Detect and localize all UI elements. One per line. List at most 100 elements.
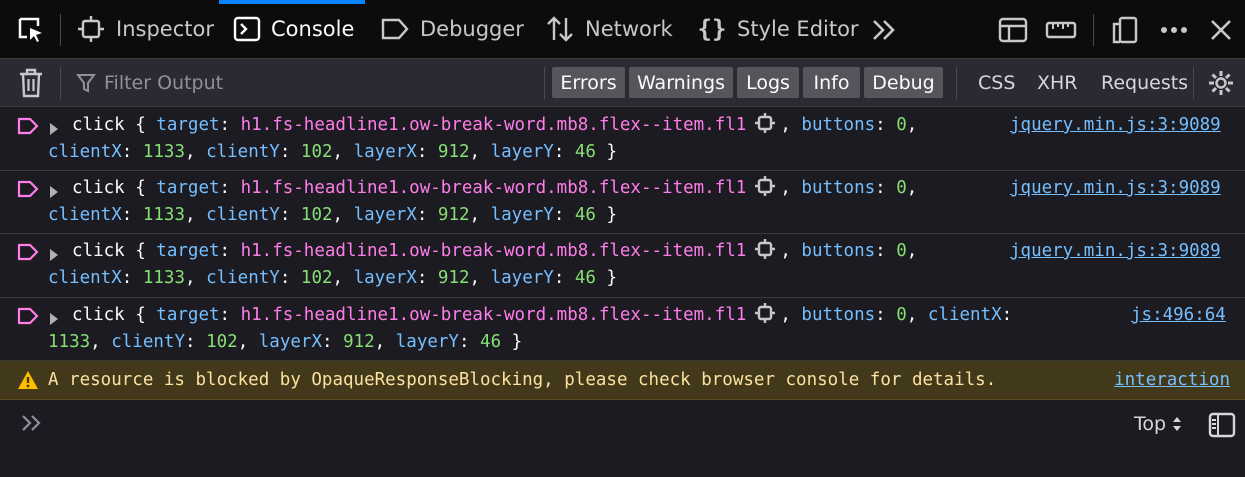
object-value: 912 <box>437 205 470 225</box>
warning-source-link[interactable]: interaction <box>1114 361 1230 399</box>
event-log-icon <box>17 307 39 325</box>
object-value: 1133 <box>142 142 185 162</box>
filter-errors-button[interactable]: Errors <box>552 67 625 98</box>
expand-twisty[interactable] <box>50 313 58 325</box>
inspect-node-icon[interactable] <box>754 239 776 259</box>
dock-options-button[interactable] <box>993 10 1033 50</box>
object-key: clientY <box>206 142 280 162</box>
object-key: buttons <box>801 178 876 198</box>
object-value: 1133 <box>48 332 91 352</box>
gear-icon <box>1209 71 1233 95</box>
object-key: layerX <box>258 332 322 352</box>
log-message: click { target: h1.fs-headline1.ow-break… <box>0 234 1245 298</box>
filter-output-input[interactable] <box>104 72 524 94</box>
object-key: clientY <box>206 205 280 225</box>
event-name: click <box>72 115 125 135</box>
network-icon <box>545 14 575 44</box>
source-link[interactable]: jquery.min.js:3:9089 <box>1010 112 1221 139</box>
source-link[interactable]: jquery.min.js:3:9089 <box>1010 175 1221 202</box>
context-label: Top <box>1134 413 1167 435</box>
source-link[interactable]: js:496:64 <box>1131 302 1226 329</box>
object-key: clientX <box>48 268 122 288</box>
evaluation-context-selector[interactable]: Top <box>1134 413 1182 435</box>
more-options-button[interactable] <box>1154 10 1194 50</box>
chevron-double-right-icon <box>873 20 895 40</box>
tab-label: Console <box>271 17 355 41</box>
object-key: clientX <box>927 305 1002 325</box>
filter-debug-button[interactable]: Debug <box>864 67 943 98</box>
message-line: click { target: h1.fs-headline1.ow-break… <box>72 303 1023 325</box>
measure-button[interactable] <box>1041 10 1081 50</box>
clear-console-button[interactable] <box>11 63 51 103</box>
inspect-node-icon[interactable] <box>754 303 776 323</box>
event-log-icon <box>17 180 39 198</box>
filter-info-button[interactable]: Info <box>803 67 860 98</box>
object-value: 46 <box>574 268 596 288</box>
event-name: click <box>72 305 125 325</box>
style-editor-icon: {} <box>697 15 727 43</box>
event-name: click <box>72 241 125 261</box>
object-key: target <box>156 178 220 198</box>
sidebar-toggle-icon[interactable] <box>1208 412 1236 438</box>
log-message: click { target: h1.fs-headline1.ow-break… <box>0 171 1245 234</box>
object-key: target <box>156 305 220 325</box>
object-value: 912 <box>343 332 375 352</box>
responsive-mode-button[interactable] <box>1105 10 1145 50</box>
element-picker-button[interactable] <box>11 10 51 50</box>
object-key: clientY <box>206 268 280 288</box>
filter-warnings-button[interactable]: Warnings <box>629 67 733 98</box>
node-selector[interactable]: h1.fs-headline1.ow-break-word.mb8.flex--… <box>241 241 747 261</box>
event-log-icon <box>17 117 39 135</box>
object-value: 46 <box>574 142 596 162</box>
filter-requests-button[interactable]: Requests <box>1101 67 1188 98</box>
tab-label: Network <box>585 17 673 41</box>
toolbar-separator <box>544 67 545 99</box>
tab-debugger[interactable]: Debugger <box>366 0 538 58</box>
filter-output-field[interactable] <box>76 68 536 98</box>
more-tabs-button[interactable] <box>864 10 904 50</box>
object-value: 102 <box>206 332 238 352</box>
object-key: layerY <box>490 142 554 162</box>
tab-label: Style Editor <box>737 17 859 41</box>
message-line: click { target: h1.fs-headline1.ow-break… <box>72 239 918 261</box>
filter-xhr-button[interactable]: XHR <box>1037 67 1078 98</box>
message-line: click { target: h1.fs-headline1.ow-break… <box>72 176 918 198</box>
tab-console[interactable]: Console <box>219 0 365 58</box>
object-value: 912 <box>437 142 470 162</box>
object-value: 1133 <box>142 205 185 225</box>
node-selector[interactable]: h1.fs-headline1.ow-break-word.mb8.flex--… <box>241 305 747 325</box>
object-key: buttons <box>801 115 876 135</box>
tab-style-editor[interactable]: {} Style Editor <box>683 0 873 58</box>
ellipsis-icon <box>1161 27 1187 33</box>
prompt-chevron-icon <box>22 415 41 431</box>
object-value: 46 <box>574 205 596 225</box>
event-name: click <box>72 178 125 198</box>
inspect-node-icon[interactable] <box>754 176 776 196</box>
tab-label: Inspector <box>116 17 214 41</box>
object-key: layerX <box>353 142 417 162</box>
expand-twisty[interactable] <box>50 123 58 135</box>
node-selector[interactable]: h1.fs-headline1.ow-break-word.mb8.flex--… <box>241 178 747 198</box>
filter-css-button[interactable]: CSS <box>978 67 1015 98</box>
message-line: 1133, clientY: 102, layerX: 912, layerY:… <box>48 332 523 352</box>
close-devtools-button[interactable] <box>1201 10 1241 50</box>
object-value: 912 <box>437 268 470 288</box>
object-value: 0 <box>896 178 907 198</box>
object-key: buttons <box>801 305 876 325</box>
object-key: clientY <box>111 332 185 352</box>
expand-twisty[interactable] <box>50 249 58 261</box>
inspect-node-icon[interactable] <box>754 113 776 133</box>
console-settings-button[interactable] <box>1201 63 1241 103</box>
object-key: buttons <box>801 241 876 261</box>
tab-network[interactable]: Network <box>531 0 687 58</box>
expand-twisty[interactable] <box>50 186 58 198</box>
source-link[interactable]: jquery.min.js:3:9089 <box>1010 238 1221 265</box>
node-selector[interactable]: h1.fs-headline1.ow-break-word.mb8.flex--… <box>241 115 747 135</box>
object-value: 0 <box>896 241 907 261</box>
message-line: clientX: 1133, clientY: 102, layerX: 912… <box>48 205 618 225</box>
responsive-design-icon <box>1112 16 1138 44</box>
object-value: 0 <box>896 305 907 325</box>
js-input[interactable] <box>60 409 1060 439</box>
tab-inspector[interactable]: Inspector <box>62 0 228 58</box>
filter-logs-button[interactable]: Logs <box>737 67 799 98</box>
